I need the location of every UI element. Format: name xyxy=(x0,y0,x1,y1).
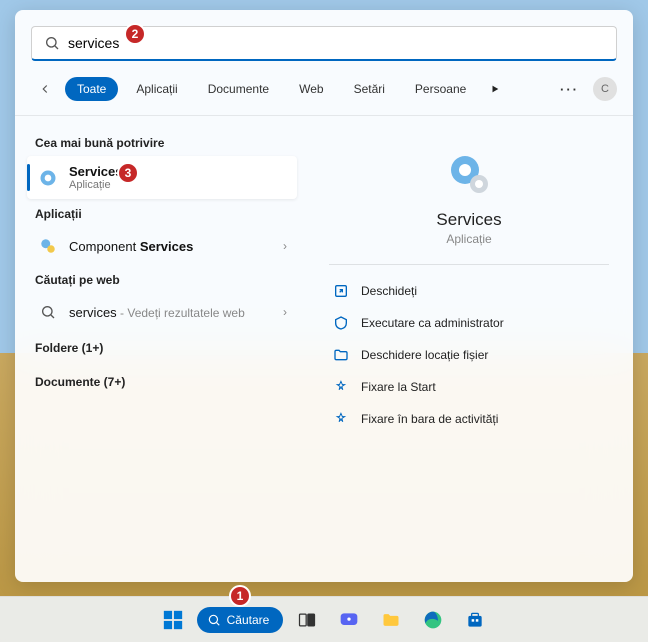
filter-tabs-row: Toate Aplicații Documente Web Setări Per… xyxy=(15,69,633,116)
search-icon xyxy=(207,613,221,627)
pin-icon xyxy=(333,379,349,395)
action-label: Deschideți xyxy=(361,284,417,298)
action-label: Fixare la Start xyxy=(361,380,436,394)
preview-panel: Services Aplicație Deschideți Executare … xyxy=(305,116,633,582)
results-content: Cea mai bună potrivire Services Aplicați… xyxy=(15,116,633,582)
results-left-column: Cea mai bună potrivire Services Aplicați… xyxy=(15,116,305,582)
best-match-subtitle: Aplicație xyxy=(69,179,287,191)
shield-icon xyxy=(333,315,349,331)
search-input[interactable] xyxy=(68,35,604,51)
web-search-item-title: services - Vedeți rezultatele web xyxy=(69,305,273,320)
preview-app-icon xyxy=(445,150,493,198)
apps-item-title: Component Services xyxy=(69,239,273,254)
action-open[interactable]: Deschideți xyxy=(329,275,609,307)
tab-documents[interactable]: Documente xyxy=(196,77,281,101)
folders-expand[interactable]: Foldere (1+) xyxy=(27,331,297,365)
preview-subtitle: Aplicație xyxy=(446,232,491,246)
tabs-more-arrow[interactable] xyxy=(484,78,506,101)
action-label: Deschidere locație fișier xyxy=(361,348,488,362)
store-button[interactable] xyxy=(457,602,493,638)
taskbar-search-label: Căutare xyxy=(227,613,270,627)
tab-people[interactable]: Persoane xyxy=(403,77,478,101)
annotation-badge-2: 2 xyxy=(124,23,146,45)
open-icon xyxy=(333,283,349,299)
search-bar-container: 2 xyxy=(15,10,633,69)
component-services-icon xyxy=(37,235,59,257)
annotation-badge-1: 1 xyxy=(229,585,251,607)
tab-web[interactable]: Web xyxy=(287,77,335,101)
back-button[interactable] xyxy=(31,75,59,103)
chevron-right-icon: › xyxy=(283,305,287,319)
preview-divider xyxy=(329,264,609,265)
start-search-panel: 2 Toate Aplicații Documente Web Setări P… xyxy=(15,10,633,582)
best-match-item[interactable]: Services Aplicație 3 xyxy=(27,156,297,199)
action-pin-to-start[interactable]: Fixare la Start xyxy=(329,371,609,403)
action-run-as-admin[interactable]: Executare ca administrator xyxy=(329,307,609,339)
action-label: Fixare în bara de activități xyxy=(361,412,498,426)
tab-settings[interactable]: Setări xyxy=(342,77,397,101)
web-search-icon xyxy=(37,301,59,323)
taskbar-search-button[interactable]: Căutare 1 xyxy=(197,607,284,633)
more-options-button[interactable]: ··· xyxy=(552,78,587,101)
services-app-icon xyxy=(37,167,59,189)
chevron-right-icon: › xyxy=(283,239,287,253)
preview-title: Services xyxy=(436,210,501,230)
apps-header: Aplicații xyxy=(27,199,297,227)
search-bar[interactable]: 2 xyxy=(31,26,617,61)
taskbar: Căutare 1 xyxy=(0,596,648,642)
start-button[interactable] xyxy=(155,602,191,638)
action-label: Executare ca administrator xyxy=(361,316,504,330)
web-search-item[interactable]: services - Vedeți rezultatele web › xyxy=(27,293,297,331)
apps-item-component-services[interactable]: Component Services › xyxy=(27,227,297,265)
task-view-button[interactable] xyxy=(289,602,325,638)
documents-expand[interactable]: Documente (7+) xyxy=(27,365,297,399)
search-icon xyxy=(44,35,60,51)
chat-button[interactable] xyxy=(331,602,367,638)
user-avatar[interactable]: C xyxy=(593,77,617,101)
annotation-badge-3: 3 xyxy=(117,162,139,184)
best-match-title: Services xyxy=(69,164,287,179)
pin-icon xyxy=(333,411,349,427)
web-search-header: Căutați pe web xyxy=(27,265,297,293)
preview-actions: Deschideți Executare ca administrator De… xyxy=(329,275,609,435)
best-match-header: Cea mai bună potrivire xyxy=(27,128,297,156)
edge-button[interactable] xyxy=(415,602,451,638)
action-pin-to-taskbar[interactable]: Fixare în bara de activități xyxy=(329,403,609,435)
action-open-file-location[interactable]: Deschidere locație fișier xyxy=(329,339,609,371)
file-explorer-button[interactable] xyxy=(373,602,409,638)
folder-icon xyxy=(333,347,349,363)
tab-apps[interactable]: Aplicații xyxy=(124,77,189,101)
tab-all[interactable]: Toate xyxy=(65,77,118,101)
